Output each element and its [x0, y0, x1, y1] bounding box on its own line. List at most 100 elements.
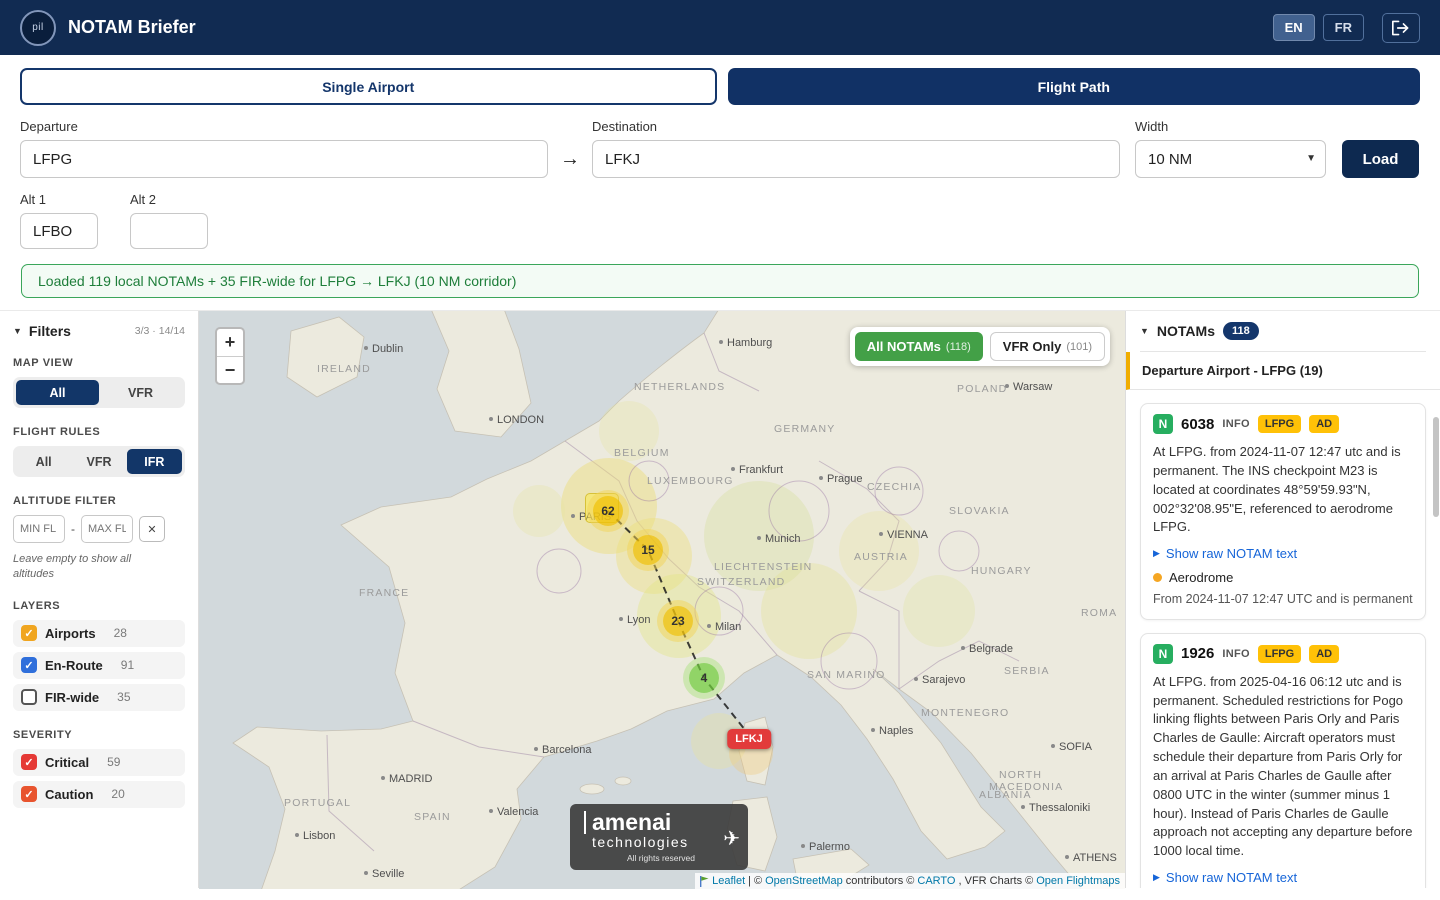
map-place-label: Belgrade [961, 643, 1013, 655]
severity-checkbox-row[interactable]: Caution 20 [13, 781, 185, 808]
notam-cluster-marker[interactable]: 15 [633, 535, 663, 565]
vfr-only-button[interactable]: VFR Only (101) [990, 332, 1105, 361]
alt2-input[interactable] [130, 213, 208, 249]
severity-name: Critical [45, 755, 89, 770]
map-place-label: LONDON [489, 414, 544, 426]
tab-flight-path[interactable]: Flight Path [728, 68, 1421, 105]
clear-altitude-button[interactable]: ✕ [139, 516, 165, 542]
navbar: pil NOTAM Briefer EN FR [0, 0, 1440, 55]
layer-name: Airports [45, 626, 96, 641]
map-view-all-button[interactable]: All [16, 380, 99, 405]
openflightmaps-link[interactable]: Open Flightmaps [1036, 875, 1120, 887]
notams-section-header: Departure Airport - LFPG (19) [1126, 352, 1440, 390]
alt1-label: Alt 1 [20, 192, 98, 207]
altitude-hint: Leave empty to show all altitudes [13, 552, 138, 582]
watermark-note: All rights reserved [584, 853, 738, 863]
attr-vfr-charts: , VFR Charts © [959, 875, 1034, 887]
map-place-label: Naples [871, 725, 913, 737]
filters-title: Filters [29, 323, 71, 339]
show-raw-label: Show raw NOTAM text [1166, 870, 1297, 885]
osm-link[interactable]: OpenStreetMap [765, 875, 843, 887]
map-place-label: SPAIN [414, 811, 451, 823]
cluster-count: 23 [671, 614, 684, 628]
min-fl-input[interactable] [13, 515, 65, 543]
map-place-label: FRANCE [359, 587, 409, 599]
route-form: Departure → Destination Width 10 NM ▼ Lo… [20, 119, 1420, 178]
map-place-label: NORTH [999, 769, 1042, 781]
map-view-vfr-button[interactable]: VFR [99, 380, 182, 405]
map-place-label: MACEDONIA [989, 781, 1063, 793]
flight-rules-vfr-button[interactable]: VFR [71, 449, 126, 474]
all-notams-label: All NOTAMs [867, 339, 941, 354]
notam-airport-badge: LFPG [1258, 645, 1301, 663]
max-fl-input[interactable] [81, 515, 133, 543]
map-place-label: MADRID [381, 773, 432, 785]
category-label: Aerodrome [1169, 570, 1233, 585]
expand-icon: ▶ [1153, 548, 1160, 559]
notam-cluster-marker[interactable]: 23 [663, 606, 693, 636]
flight-rules-label: FLIGHT RULES [13, 426, 185, 438]
map-place-label: SERBIA [1004, 665, 1050, 677]
map-place-label: Prague [819, 473, 862, 485]
destination-group: Destination [592, 119, 1120, 178]
alternates-row: Alt 1 Alt 2 [20, 192, 1420, 249]
cluster-count: 15 [641, 543, 654, 557]
layer-count: 91 [121, 658, 134, 672]
language-en-button[interactable]: EN [1273, 14, 1315, 41]
notam-body-text: At LFPG. from 2025-04-16 06:12 utc and i… [1153, 673, 1413, 861]
layer-count: 28 [114, 626, 127, 640]
checkbox-icon [21, 786, 37, 802]
zoom-out-button[interactable]: − [217, 356, 243, 383]
width-select[interactable]: 10 NM [1135, 140, 1326, 178]
map-view-toggle: All VFR [13, 377, 185, 408]
status-banner: Loaded 119 local NOTAMs + 35 FIR-wide fo… [21, 264, 1419, 298]
load-button[interactable]: Load [1342, 140, 1419, 178]
map-place-label: Lyon [619, 614, 650, 626]
checkbox-icon [21, 754, 37, 770]
map-place-label: GERMANY [774, 423, 836, 435]
destination-airport-marker[interactable]: LFKJ [727, 729, 771, 749]
altitude-filter: - ✕ [13, 515, 185, 543]
notams-header[interactable]: ▼ NOTAMs 118 [1140, 322, 1426, 352]
collapse-icon: ▼ [13, 326, 22, 336]
notams-panel: ▼ NOTAMs 118 Departure Airport - LFPG (1… [1125, 311, 1440, 888]
map-place-label: Hamburg [719, 337, 772, 349]
show-raw-notam-link[interactable]: ▶ Show raw NOTAM text [1153, 870, 1413, 885]
layer-checkbox-row[interactable]: En-Route 91 [13, 652, 185, 679]
alt1-input[interactable] [20, 213, 98, 249]
filters-header[interactable]: ▼ Filters 3/3 · 14/14 [13, 323, 185, 339]
notam-cluster-marker[interactable]: 62 [593, 496, 623, 526]
notam-card: N 6038 INFO LFPG AD At LFPG. from 2024-1… [1140, 403, 1426, 620]
severity-checkbox-row[interactable]: Critical 59 [13, 749, 185, 776]
destination-input[interactable] [592, 140, 1120, 178]
language-fr-button[interactable]: FR [1323, 14, 1364, 41]
map-place-label: Barcelona [534, 744, 592, 756]
logout-icon [1392, 20, 1410, 36]
notam-type-badge: N [1153, 414, 1173, 434]
logout-button[interactable] [1382, 13, 1420, 43]
leaflet-link[interactable]: Leaflet [712, 875, 745, 887]
all-notams-button[interactable]: All NOTAMs (118) [855, 332, 983, 361]
flight-rules-all-button[interactable]: All [16, 449, 71, 474]
cluster-count: 62 [601, 504, 614, 518]
departure-input[interactable] [20, 140, 548, 178]
map-canvas[interactable]: IRELAND NETHERLANDS BELGIUM GERMANY POLA… [199, 311, 1125, 889]
attr-contributors: contributors © [846, 875, 915, 887]
map-place-label: Valencia [489, 806, 538, 818]
layer-count: 35 [117, 690, 130, 704]
flight-rules-ifr-button[interactable]: IFR [127, 449, 182, 474]
carto-link[interactable]: CARTO [917, 875, 955, 887]
notam-id: 1926 [1181, 645, 1214, 662]
notam-cluster-marker[interactable]: 4 [689, 663, 719, 693]
layer-checkbox-row[interactable]: FIR-wide 35 [13, 684, 185, 711]
layer-checkbox-row[interactable]: Airports 28 [13, 620, 185, 647]
alt1-group: Alt 1 [20, 192, 98, 249]
panel-scrollbar-thumb[interactable] [1433, 417, 1439, 517]
zoom-in-button[interactable]: + [217, 329, 243, 356]
tab-single-airport[interactable]: Single Airport [20, 68, 717, 105]
map-place-label: Munich [757, 533, 800, 545]
departure-label: Departure [20, 119, 548, 134]
show-raw-notam-link[interactable]: ▶ Show raw NOTAM text [1153, 546, 1413, 561]
map-place-label: Dublin [364, 343, 403, 355]
map-place-label: Frankfurt [731, 464, 783, 476]
